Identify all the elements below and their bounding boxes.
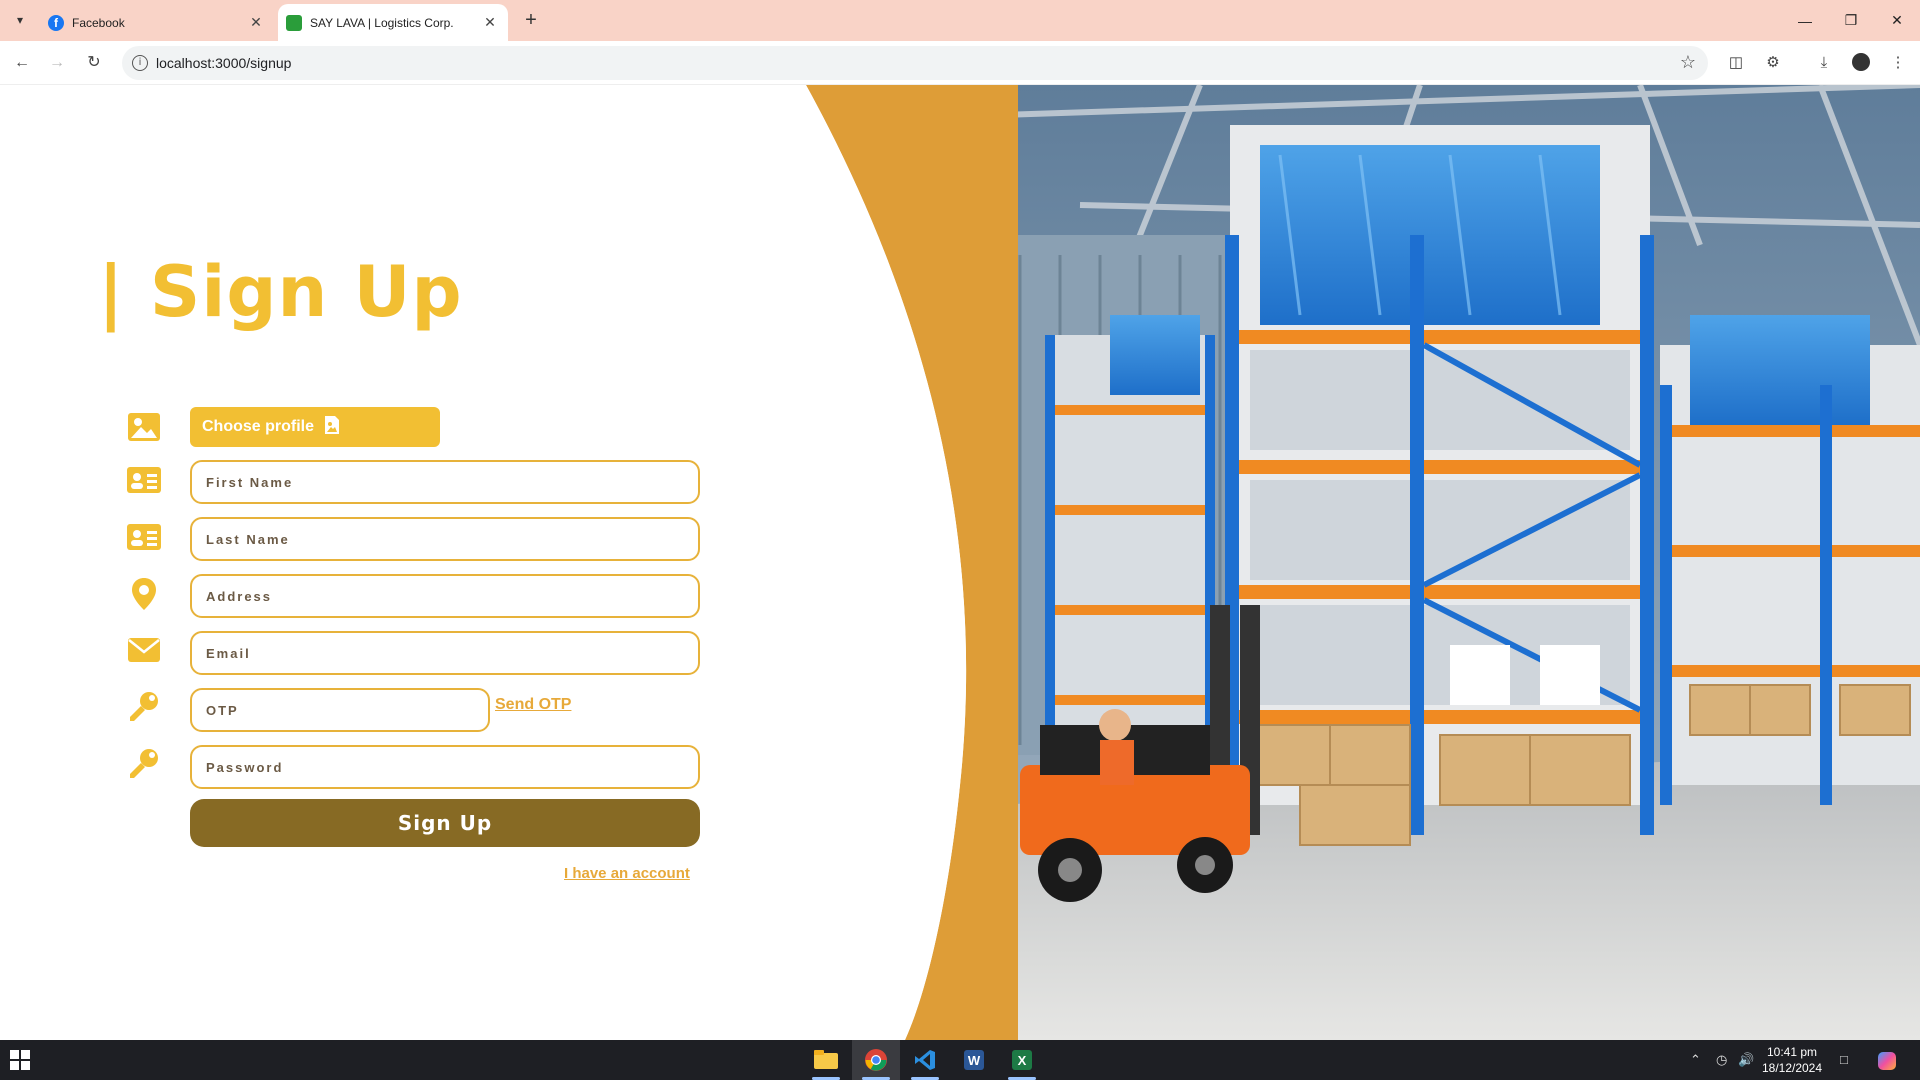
system-clock[interactable]: 10:41 pm 18/12/2024 xyxy=(1752,1044,1832,1076)
reload-button[interactable]: ↻ xyxy=(82,51,106,75)
last-name-input[interactable] xyxy=(192,519,698,559)
address-bar[interactable]: i localhost:3000/signup ☆ xyxy=(122,46,1708,80)
notifications-icon[interactable]: □ xyxy=(1840,1052,1848,1067)
close-icon[interactable]: ✕ xyxy=(480,14,500,31)
page-title: | Sign Up xyxy=(98,251,463,333)
last-name-field[interactable] xyxy=(190,517,700,561)
address-input[interactable] xyxy=(192,576,698,616)
vscode-icon[interactable] xyxy=(901,1040,949,1080)
choose-profile-label: Choose profile xyxy=(202,418,315,435)
password-field[interactable] xyxy=(190,745,700,789)
back-button[interactable]: ← xyxy=(10,51,34,75)
tab-title: Facebook xyxy=(72,15,125,30)
tab-groups-icon[interactable]: ◫ xyxy=(1726,53,1746,73)
tab-search-button[interactable]: ▾ xyxy=(10,10,30,30)
svg-text:W: W xyxy=(968,1053,981,1068)
forward-button[interactable]: → xyxy=(45,51,69,75)
svg-text:X: X xyxy=(1018,1053,1027,1068)
otp-field[interactable] xyxy=(190,688,490,732)
id-card-icon xyxy=(126,462,162,498)
first-name-input[interactable] xyxy=(192,462,698,502)
new-tab-button[interactable]: + xyxy=(520,9,542,31)
file-explorer-icon[interactable] xyxy=(802,1040,850,1080)
email-field[interactable] xyxy=(190,631,700,675)
tab-say-lava[interactable]: SAY LAVA | Logistics Corp. ✕ xyxy=(278,4,508,41)
sign-up-button[interactable]: Sign Up xyxy=(190,799,700,847)
browser-toolbar: ← → ↻ i localhost:3000/signup ☆ ◫ ⚙ ⤓ ⋮ xyxy=(0,41,1920,85)
menu-icon[interactable]: ⋮ xyxy=(1888,53,1908,73)
envelope-icon xyxy=(126,632,162,668)
close-icon[interactable]: ✕ xyxy=(246,14,266,31)
password-input[interactable] xyxy=(192,747,698,787)
bookmark-star-icon[interactable]: ☆ xyxy=(1680,52,1696,73)
restore-button[interactable]: ❐ xyxy=(1828,0,1874,41)
site-info-icon[interactable]: i xyxy=(132,55,148,71)
windows-start-button[interactable] xyxy=(10,1050,32,1070)
chevron-down-icon: ▾ xyxy=(16,13,24,27)
tab-facebook[interactable]: f Facebook ✕ xyxy=(40,4,274,41)
taskbar: W X ⌃ ◷ 🔊 10:41 pm 18/12/2024 □ xyxy=(0,1040,1920,1080)
id-card-icon xyxy=(126,519,162,555)
image-icon xyxy=(126,409,162,445)
facebook-icon: f xyxy=(48,14,64,31)
address-field[interactable] xyxy=(190,574,700,618)
show-hidden-icons[interactable]: ⌃ xyxy=(1690,1052,1701,1068)
tab-bar: ▾ f Facebook ✕ SAY LAVA | Logistics Corp… xyxy=(0,0,1920,41)
have-account-link[interactable]: I have an account xyxy=(564,865,690,882)
download-icon[interactable]: ⤓ xyxy=(1814,53,1834,73)
curve-decoration xyxy=(0,85,1018,1040)
extensions-icon[interactable]: ⚙ xyxy=(1763,53,1783,73)
chrome-icon[interactable] xyxy=(852,1040,900,1080)
copilot-icon[interactable] xyxy=(1878,1052,1896,1073)
email-input[interactable] xyxy=(192,633,698,673)
network-icon[interactable]: ◷ xyxy=(1716,1052,1727,1068)
clock-time: 10:41 pm xyxy=(1766,1045,1818,1059)
otp-input[interactable] xyxy=(192,690,488,730)
minimize-button[interactable]: — xyxy=(1782,0,1828,41)
first-name-field[interactable] xyxy=(190,460,700,504)
location-pin-icon xyxy=(126,576,162,612)
file-image-icon xyxy=(324,415,340,440)
key-icon xyxy=(126,689,162,725)
word-icon[interactable]: W xyxy=(950,1040,998,1080)
choose-profile-button[interactable]: Choose profile xyxy=(190,407,440,447)
url-text[interactable]: localhost:3000/signup xyxy=(156,55,291,71)
send-otp-link[interactable]: Send OTP xyxy=(495,696,571,714)
excel-icon[interactable]: X xyxy=(998,1040,1046,1080)
tab-title: SAY LAVA | Logistics Corp. xyxy=(310,15,454,30)
profile-avatar[interactable] xyxy=(1851,53,1871,73)
clock-date: 18/12/2024 xyxy=(1761,1061,1823,1075)
site-icon xyxy=(286,14,302,31)
close-window-button[interactable]: ✕ xyxy=(1874,0,1920,41)
page-content: | Sign Up Choose profile S xyxy=(0,85,1920,1040)
key-icon xyxy=(126,746,162,782)
